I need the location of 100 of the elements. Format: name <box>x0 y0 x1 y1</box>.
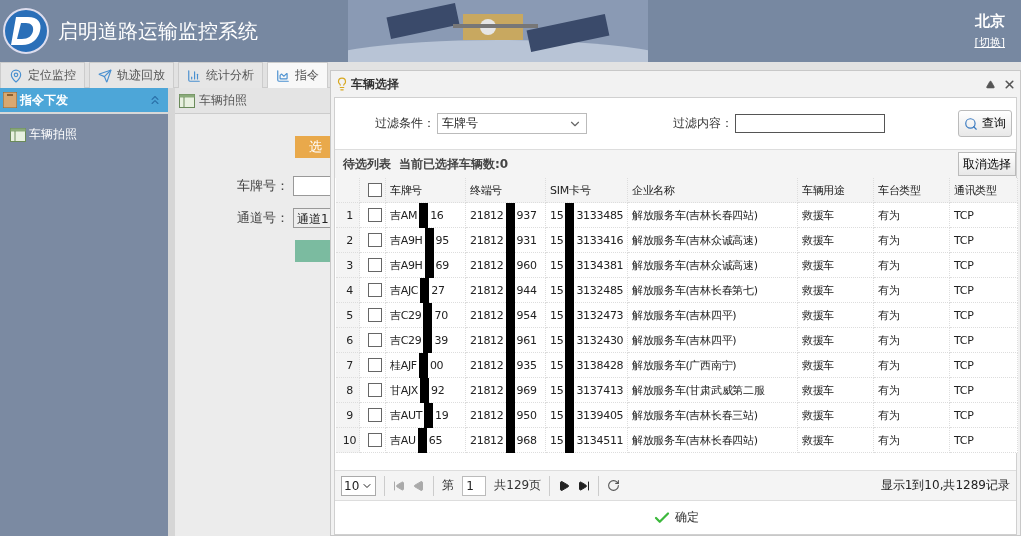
table-cell: 21812 944 <box>466 278 546 303</box>
app-title: 启明道路运输监控系统 <box>58 17 259 45</box>
table-cell: 有为 <box>874 428 950 453</box>
input-field[interactable]: 通道1 <box>293 208 333 228</box>
table-cell: 21812 961 <box>466 328 546 353</box>
table-cell: 解放服务车(甘肃武威第二服 <box>628 378 798 403</box>
city-name: 北京 <box>975 12 1005 31</box>
column-header[interactable]: 企业名称 <box>628 178 798 203</box>
table-cell: 有为 <box>874 328 950 353</box>
column-header[interactable]: 车辆用途 <box>798 178 874 203</box>
column-header[interactable]: SIM卡号 <box>546 178 628 203</box>
dialog-title: 车辆选择 <box>351 75 400 93</box>
table-cell: TCP <box>950 328 1018 353</box>
table-cell: 有为 <box>874 353 950 378</box>
list-title: 待选列表 <box>343 155 391 173</box>
table-cell: 21812 950 <box>466 403 546 428</box>
table-cell: 救援车 <box>798 253 874 278</box>
table-cell: 救援车 <box>798 203 874 228</box>
nav-tab[interactable]: 统计分析 <box>178 62 263 88</box>
table-cell: 吉AM 16 <box>386 203 466 228</box>
table-cell: 解放服务车(吉林长春三站) <box>628 403 798 428</box>
table-cell: 15 3134511 <box>546 428 628 453</box>
row-number: 2 <box>336 228 360 253</box>
page-size-select[interactable]: 10 <box>341 475 377 496</box>
nav-tab[interactable]: 定位监控 <box>0 62 85 88</box>
clear-selection-button[interactable]: 取消选择 <box>958 152 1016 176</box>
table-cell: 有为 <box>874 403 950 428</box>
table-cell: 有为 <box>874 203 950 228</box>
nav-tab[interactable]: 轨迹回放 <box>89 62 174 88</box>
table-cell: 救援车 <box>798 353 874 378</box>
table-cell: TCP <box>950 403 1018 428</box>
table-cell: 21812 969 <box>466 378 546 403</box>
row-number: 7 <box>336 353 360 378</box>
table-cell: 有为 <box>874 303 950 328</box>
ok-button[interactable]: 确定 <box>646 507 705 528</box>
page-label: 第 <box>442 477 455 494</box>
field-label: 车牌号： <box>236 177 289 195</box>
table-cell: 解放服务车(吉林众诚高速) <box>628 253 798 278</box>
table-cell: TCP <box>950 353 1018 378</box>
query-button[interactable]: 查询 <box>958 110 1012 137</box>
row-number: 9 <box>336 403 360 428</box>
table-cell: 15 3138428 <box>546 353 628 378</box>
table-cell: 解放服务车(广西南宁) <box>628 353 798 378</box>
table-cell: 15 3133416 <box>546 228 628 253</box>
table-cell: 解放服务车(吉林四平) <box>628 328 798 353</box>
filter-label: 过滤条件： <box>375 115 435 132</box>
table-cell: 15 3132473 <box>546 303 628 328</box>
table-cell: 救援车 <box>798 428 874 453</box>
switch-link[interactable]: [切换] <box>974 35 1005 50</box>
nav-tab[interactable]: 指令 <box>267 62 328 88</box>
row-number: 1 <box>336 203 360 228</box>
table-cell: 救援车 <box>798 328 874 353</box>
table-cell: 21812 960 <box>466 253 546 278</box>
table-cell: 吉C29 70 <box>386 303 466 328</box>
column-header[interactable]: 车牌号 <box>386 178 466 203</box>
filter-label: 过滤内容： <box>673 115 733 132</box>
table-cell: 救援车 <box>798 403 874 428</box>
field-label: 通道号： <box>236 209 289 227</box>
table-cell: 救援车 <box>798 303 874 328</box>
sidebar-item[interactable]: 车辆拍照 <box>10 126 168 143</box>
table-cell: 21812 931 <box>466 228 546 253</box>
table-cell: 解放服务车(吉林四平) <box>628 303 798 328</box>
table-cell: 吉AU 65 <box>386 428 466 453</box>
row-number: 5 <box>336 303 360 328</box>
row-number: 3 <box>336 253 360 278</box>
table-cell: TCP <box>950 303 1018 328</box>
table-cell: 15 3137413 <box>546 378 628 403</box>
page-summary: 显示1到10,共1289记录 <box>880 477 1010 494</box>
column-header[interactable]: 通讯类型 <box>950 178 1018 203</box>
table-cell: 有为 <box>874 228 950 253</box>
column-header[interactable]: 车台类型 <box>874 178 950 203</box>
table-cell: 解放服务车(吉林长春四站) <box>628 203 798 228</box>
table-cell: 15 3132430 <box>546 328 628 353</box>
page-total: 共129页 <box>494 477 542 494</box>
table-cell: TCP <box>950 253 1018 278</box>
table-cell: 甘AJX 92 <box>386 378 466 403</box>
table-cell: 桂AJF 00 <box>386 353 466 378</box>
table-cell: 21812 937 <box>466 203 546 228</box>
table-cell: 15 3134381 <box>546 253 628 278</box>
table-cell: 有为 <box>874 253 950 278</box>
row-number: 4 <box>336 278 360 303</box>
table-cell: 21812 954 <box>466 303 546 328</box>
table-cell: TCP <box>950 428 1018 453</box>
table-cell: 救援车 <box>798 228 874 253</box>
table-cell: 解放服务车(吉林长春第七) <box>628 278 798 303</box>
table-cell: 吉AUT 19 <box>386 403 466 428</box>
table-cell: TCP <box>950 203 1018 228</box>
table-cell: 救援车 <box>798 278 874 303</box>
table-cell: 21812 935 <box>466 353 546 378</box>
table-cell: TCP <box>950 278 1018 303</box>
table-cell: 救援车 <box>798 378 874 403</box>
table-cell: 21812 968 <box>466 428 546 453</box>
table-cell: 解放服务车(吉林众诚高速) <box>628 228 798 253</box>
table-cell: 15 3139405 <box>546 403 628 428</box>
page-input[interactable]: 1 <box>462 475 487 496</box>
condition-select[interactable]: 车牌号 <box>437 113 587 134</box>
selected-count: 当前已选择车辆数:0 <box>399 155 509 173</box>
row-number: 10 <box>336 428 360 453</box>
column-header[interactable]: 终端号 <box>466 178 546 203</box>
table-cell: 吉AJC 27 <box>386 278 466 303</box>
